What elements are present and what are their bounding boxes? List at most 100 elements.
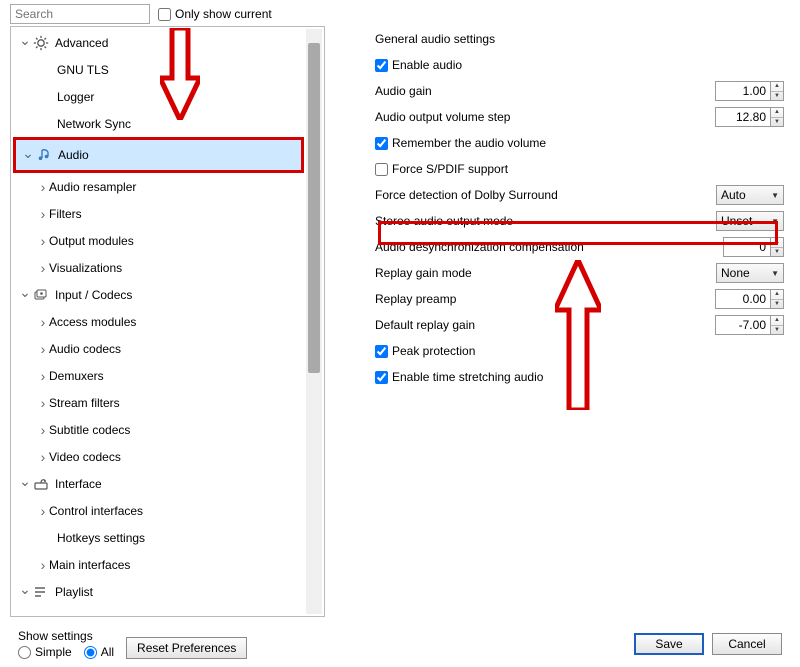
enable-audio-input[interactable] xyxy=(375,59,388,72)
peak-protection-checkbox[interactable]: Peak protection xyxy=(375,344,475,358)
chevron-down-icon[interactable] xyxy=(19,583,31,600)
chevron-down-icon[interactable] xyxy=(19,286,31,303)
chevron-right-icon[interactable] xyxy=(37,233,49,249)
default-replay-input[interactable] xyxy=(715,315,771,335)
volume-step-input[interactable] xyxy=(715,107,771,127)
enable-audio-checkbox[interactable]: Enable audio xyxy=(375,58,462,72)
tree-item-logger[interactable]: Logger xyxy=(13,83,304,110)
default-replay-stepper[interactable]: ▲▼ xyxy=(715,315,784,335)
dolby-value: Auto xyxy=(721,188,746,202)
only-show-current-checkbox-input[interactable] xyxy=(158,8,171,21)
cancel-button[interactable]: Cancel xyxy=(712,633,782,655)
reset-preferences-button[interactable]: Reset Preferences xyxy=(126,637,247,659)
tree-item-output-modules[interactable]: Output modules xyxy=(13,227,304,254)
chevron-down-icon[interactable] xyxy=(19,34,31,51)
audio-gain-input[interactable] xyxy=(715,81,771,101)
show-settings-simple[interactable]: Simple xyxy=(18,645,72,659)
tree-label: Interface xyxy=(55,477,102,491)
chevron-down-icon[interactable] xyxy=(19,475,31,492)
spinner-icon[interactable]: ▲▼ xyxy=(771,237,784,257)
chevron-right-icon[interactable] xyxy=(37,341,49,357)
audio-gain-stepper[interactable]: ▲▼ xyxy=(715,81,784,101)
tree-label: Network Sync xyxy=(57,117,131,131)
time-stretching-input[interactable] xyxy=(375,371,388,384)
tree-label: Audio xyxy=(58,148,89,162)
chevron-right-icon[interactable] xyxy=(37,449,49,465)
spinner-icon[interactable]: ▲▼ xyxy=(771,289,784,309)
replay-preamp-input[interactable] xyxy=(715,289,771,309)
tree-item-interface[interactable]: Interface xyxy=(13,470,304,497)
tree-label: Logger xyxy=(57,90,94,104)
section-title: General audio settings xyxy=(375,26,784,52)
tree-item-demuxers[interactable]: Demuxers xyxy=(13,362,304,389)
tree-item-main-interfaces[interactable]: Main interfaces xyxy=(13,551,304,578)
desync-label: Audio desynchronization compensation xyxy=(375,240,717,254)
desync-input[interactable] xyxy=(723,237,771,257)
chevron-right-icon[interactable] xyxy=(37,179,49,195)
tree-item-network-sync[interactable]: Network Sync xyxy=(13,110,304,137)
stereo-dropdown[interactable]: Unset▼ xyxy=(716,211,784,231)
only-show-current-checkbox[interactable]: Only show current xyxy=(158,7,272,21)
all-radio[interactable] xyxy=(84,646,97,659)
force-spdif-input[interactable] xyxy=(375,163,388,176)
tree-label: Hotkeys settings xyxy=(57,531,145,545)
tree-item-access-modules[interactable]: Access modules xyxy=(13,308,304,335)
tree-label: Filters xyxy=(49,207,82,221)
audio-gain-label: Audio gain xyxy=(375,84,709,98)
tree-item-video-codecs[interactable]: Video codecs xyxy=(13,443,304,470)
tree-item-visualizations[interactable]: Visualizations xyxy=(13,254,304,281)
chevron-right-icon[interactable] xyxy=(37,557,49,573)
save-button[interactable]: Save xyxy=(634,633,704,655)
chevron-right-icon[interactable] xyxy=(37,314,49,330)
tree-item-stream-filters[interactable]: Stream filters xyxy=(13,389,304,416)
all-label: All xyxy=(101,645,114,659)
dolby-label: Force detection of Dolby Surround xyxy=(375,188,710,202)
codec-icon xyxy=(33,287,49,303)
remember-volume-checkbox[interactable]: Remember the audio volume xyxy=(375,136,546,150)
tree-item-gnutls[interactable]: GNU TLS xyxy=(13,56,304,83)
force-spdif-checkbox[interactable]: Force S/PDIF support xyxy=(375,162,508,176)
tree-label: Stream filters xyxy=(49,396,120,410)
tree-label: Control interfaces xyxy=(49,504,143,518)
time-stretching-checkbox[interactable]: Enable time stretching audio xyxy=(375,370,543,384)
tree-item-audio-resampler[interactable]: Audio resampler xyxy=(13,173,304,200)
tree-item-playlist[interactable]: Playlist xyxy=(13,578,304,605)
tree-item-filters[interactable]: Filters xyxy=(13,200,304,227)
tree-item-advanced[interactable]: Advanced xyxy=(13,29,304,56)
chevron-right-icon[interactable] xyxy=(37,503,49,519)
spinner-icon[interactable]: ▲▼ xyxy=(771,315,784,335)
replay-mode-dropdown[interactable]: None▼ xyxy=(716,263,784,283)
chevron-down-icon[interactable] xyxy=(22,147,34,164)
chevron-right-icon[interactable] xyxy=(37,368,49,384)
tree-item-control-interfaces[interactable]: Control interfaces xyxy=(13,497,304,524)
replay-preamp-stepper[interactable]: ▲▼ xyxy=(715,289,784,309)
volume-step-stepper[interactable]: ▲▼ xyxy=(715,107,784,127)
chevron-right-icon[interactable] xyxy=(37,422,49,438)
time-stretching-label: Enable time stretching audio xyxy=(392,370,543,384)
tree-item-hotkeys-settings[interactable]: Hotkeys settings xyxy=(13,524,304,551)
peak-protection-input[interactable] xyxy=(375,345,388,358)
tree-item-subtitle-codecs[interactable]: Subtitle codecs xyxy=(13,416,304,443)
spinner-icon[interactable]: ▲▼ xyxy=(771,81,784,101)
tree-item-input-codecs[interactable]: Input / Codecs xyxy=(13,281,304,308)
force-spdif-label: Force S/PDIF support xyxy=(392,162,508,176)
spinner-icon[interactable]: ▲▼ xyxy=(771,107,784,127)
tree-label: Output modules xyxy=(49,234,134,248)
simple-radio[interactable] xyxy=(18,646,31,659)
chevron-right-icon[interactable] xyxy=(37,395,49,411)
search-input[interactable] xyxy=(10,4,150,24)
gear-icon xyxy=(33,35,49,51)
scrollbar-thumb[interactable] xyxy=(308,43,320,373)
show-settings-all[interactable]: All xyxy=(84,645,114,659)
dolby-dropdown[interactable]: Auto▼ xyxy=(716,185,784,205)
remember-volume-input[interactable] xyxy=(375,137,388,150)
tree-item-audio[interactable]: Audio xyxy=(13,137,304,173)
tree-item-audio-codecs[interactable]: Audio codecs xyxy=(13,335,304,362)
sidebar-scrollbar[interactable] xyxy=(306,29,322,614)
remember-volume-label: Remember the audio volume xyxy=(392,136,546,150)
settings-tree[interactable]: Advanced GNU TLS Logger Network Sync Aud… xyxy=(10,26,325,617)
peak-protection-label: Peak protection xyxy=(392,344,475,358)
desync-stepper[interactable]: ▲▼ xyxy=(723,237,784,257)
chevron-right-icon[interactable] xyxy=(37,260,49,276)
chevron-right-icon[interactable] xyxy=(37,206,49,222)
